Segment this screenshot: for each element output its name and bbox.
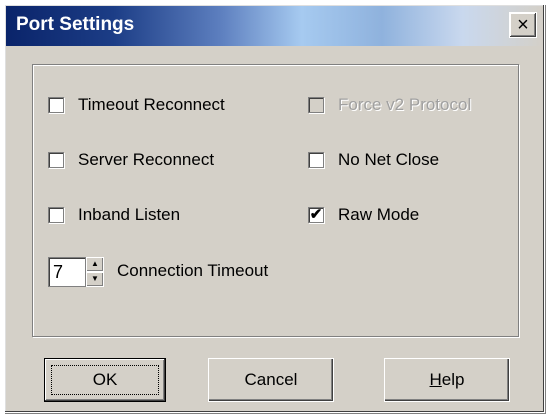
focus-rectangle <box>51 365 159 395</box>
arrow-down-icon: ▼ <box>91 274 99 283</box>
window-title: Port Settings <box>16 14 135 35</box>
ok-button[interactable]: OK <box>44 358 166 402</box>
force-v2-protocol-checkbox <box>308 97 324 113</box>
no-net-close-option[interactable]: No Net Close <box>308 150 439 170</box>
connection-timeout-spinner[interactable]: ▲ ▼ <box>86 257 104 287</box>
timeout-reconnect-label: Timeout Reconnect <box>78 95 225 114</box>
arrow-up-icon: ▲ <box>91 259 99 268</box>
inband-listen-option[interactable]: Inband Listen <box>48 205 180 225</box>
help-button-mnemonic: H <box>429 370 442 389</box>
inband-listen-label: Inband Listen <box>78 205 181 224</box>
help-button-label: elp <box>441 370 465 389</box>
cancel-button-label: Cancel <box>244 370 298 389</box>
server-reconnect-checkbox[interactable] <box>48 152 64 168</box>
inband-listen-checkbox[interactable] <box>48 207 64 223</box>
force-v2-protocol-option: Force v2 Protocol <box>308 95 471 115</box>
force-v2-protocol-label: Force v2 Protocol <box>338 95 472 114</box>
close-button[interactable]: × <box>509 12 537 38</box>
timeout-reconnect-checkbox[interactable] <box>48 97 64 113</box>
checkmark-icon: ✔ <box>309 206 323 223</box>
spin-down-button[interactable]: ▼ <box>86 272 104 287</box>
no-net-close-checkbox[interactable] <box>308 152 324 168</box>
cancel-button[interactable]: Cancel <box>208 358 334 402</box>
raw-mode-checkbox[interactable]: ✔ <box>308 207 324 223</box>
raw-mode-option[interactable]: ✔ Raw Mode <box>308 205 419 225</box>
server-reconnect-option[interactable]: Server Reconnect <box>48 150 214 170</box>
timeout-reconnect-option[interactable]: Timeout Reconnect <box>48 95 225 115</box>
title-bar[interactable]: Port Settings × <box>6 6 543 46</box>
help-button[interactable]: Help <box>384 358 510 402</box>
raw-mode-label: Raw Mode <box>338 205 420 224</box>
close-icon: × <box>517 14 529 36</box>
connection-timeout-input[interactable]: 7 <box>48 257 86 287</box>
no-net-close-label: No Net Close <box>338 150 440 169</box>
connection-timeout-label: Connection Timeout <box>117 261 269 280</box>
server-reconnect-label: Server Reconnect <box>78 150 215 169</box>
spin-up-button[interactable]: ▲ <box>86 257 104 272</box>
